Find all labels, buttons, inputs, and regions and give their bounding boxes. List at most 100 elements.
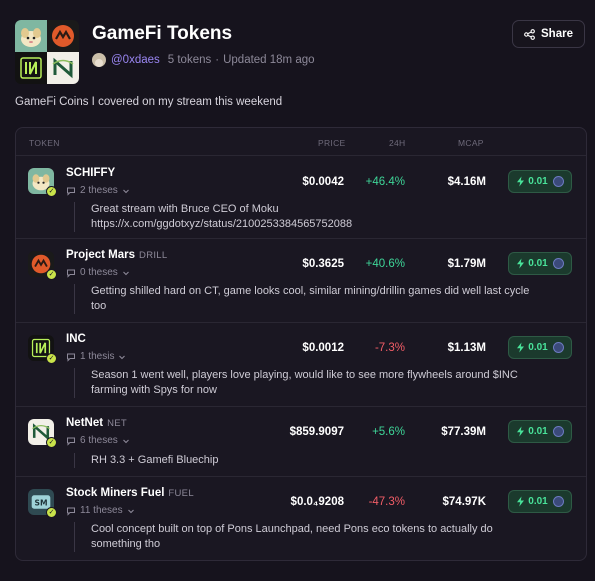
tip-button[interactable]: 0.01 [508, 490, 572, 513]
thesis-bubble-icon [67, 353, 75, 362]
thesis-bubble-icon [67, 437, 75, 446]
chevron-down-icon [119, 355, 126, 359]
collection-meta: @0xdaes 5 tokens · Updated 18m ago [92, 52, 315, 68]
token-name[interactable]: INC [66, 333, 86, 345]
token-name[interactable]: SCHIFFY [66, 167, 119, 179]
theses-dropdown[interactable]: 2 theses [66, 185, 130, 196]
collection-logo-grid [15, 20, 79, 84]
token-24h-change: +40.6% [365, 258, 405, 270]
token-mcap: $77.39M [441, 426, 486, 438]
token-price: $0.0042 [302, 176, 344, 188]
collection-title: GameFi Tokens [92, 23, 233, 44]
token-price: $0.0₄9208 [290, 496, 344, 508]
note-line: Great stream with Bruce CEO of Moku [91, 203, 279, 215]
meta-separator: · [215, 54, 220, 66]
chevron-down-icon [122, 439, 129, 443]
theses-dropdown[interactable]: 1 thesis [66, 351, 126, 362]
theses-count: 2 theses [80, 185, 118, 196]
svg-text:SM: SM [34, 498, 47, 507]
token-mcap: $1.79M [447, 258, 486, 270]
table-row[interactable]: ✓ SCHIFFY 2 theses $0.0042 +46.4% $4.16M… [16, 156, 586, 239]
table-row[interactable]: SM ✓ Stock Miners Fuel FUEL 11 theses $0.… [16, 477, 586, 560]
token-ticker: NET [107, 418, 127, 429]
creator-avatar[interactable] [92, 53, 106, 67]
token-icon-wrap: ✓ [28, 168, 57, 197]
token-price: $0.0012 [302, 342, 344, 354]
verified-check-icon: ✓ [46, 186, 57, 197]
note-line: too [91, 300, 107, 312]
table-row[interactable]: ✓ Project Mars DRILL 0 theses $0.3625 +40… [16, 239, 586, 323]
table-row[interactable]: ✓ INC 1 thesis $0.0012 -7.3% $1.13M 0.01… [16, 323, 586, 407]
token-name[interactable]: Stock Miners Fuel FUEL [66, 487, 194, 499]
tip-amount: 0.01 [528, 496, 548, 507]
chevron-down-icon [122, 271, 129, 275]
note-line[interactable]: https://x.com/ggdotxyz/status/2100253384… [91, 217, 570, 232]
tip-button[interactable]: 0.01 [508, 336, 572, 359]
netnet-logo-tile [47, 52, 79, 84]
solana-icon [552, 426, 564, 437]
tip-button[interactable]: 0.01 [508, 420, 572, 443]
theses-dropdown[interactable]: 6 theses [66, 435, 130, 446]
solana-icon [552, 342, 564, 353]
table-header: TOKEN PRICE 24H MCAP [16, 128, 586, 156]
tip-button[interactable]: 0.01 [508, 170, 572, 193]
token-table: TOKEN PRICE 24H MCAP ✓ SCHIFFY 2 theses … [15, 127, 587, 561]
header-token: TOKEN [29, 138, 60, 148]
header-mcap[interactable]: MCAP [458, 138, 484, 148]
tip-amount: 0.01 [528, 342, 548, 353]
theses-dropdown[interactable]: 11 theses [66, 505, 135, 516]
schiffy-logo-tile [15, 20, 47, 52]
token-mcap: $4.16M [447, 176, 486, 188]
token-name[interactable]: Project Mars DRILL [66, 249, 167, 261]
collection-header: GameFi Tokens @0xdaes 5 tokens · Updated… [15, 20, 585, 85]
updated-time: Updated 18m ago [223, 54, 315, 66]
netnet-logo-icon [52, 57, 74, 79]
chevron-down-icon [122, 189, 129, 193]
solana-icon [552, 258, 564, 269]
note-line: Getting shilled hard on CT, game looks c… [91, 285, 530, 297]
tip-button[interactable]: 0.01 [508, 252, 572, 275]
header-24h[interactable]: 24H [389, 138, 406, 148]
share-button[interactable]: Share [512, 20, 585, 48]
verified-check-icon: ✓ [46, 269, 57, 280]
creator-username-link[interactable]: @0xdaes [111, 54, 160, 66]
mars-logo-tile [47, 20, 79, 52]
verified-check-icon: ✓ [46, 437, 57, 448]
lightning-icon [517, 176, 525, 187]
collection-description: GameFi Coins I covered on my stream this… [15, 96, 283, 108]
tip-amount: 0.01 [528, 426, 548, 437]
theses-count: 11 theses [80, 505, 123, 516]
note-line: RH 3.3 + Gamefi Bluechip [91, 454, 219, 466]
thesis-note: Getting shilled hard on CT, game looks c… [74, 284, 570, 314]
theses-count: 1 thesis [80, 351, 115, 362]
share-button-label: Share [541, 28, 573, 40]
inc-logo-icon [20, 57, 42, 79]
lightning-icon [517, 426, 525, 437]
tip-amount: 0.01 [528, 176, 548, 187]
table-row[interactable]: ✓ NetNet NET 6 theses $859.9097 +5.6% $77… [16, 407, 586, 477]
theses-count: 6 theses [80, 435, 118, 446]
inc-logo-tile [15, 52, 47, 84]
token-ticker: FUEL [168, 488, 194, 499]
schiffy-mascot-icon [21, 28, 41, 47]
note-line: Season 1 went well, players love playing… [91, 369, 518, 381]
thesis-note: Cool concept built on top of Pons Launch… [74, 522, 570, 552]
token-ticker: DRILL [139, 250, 168, 261]
header-price[interactable]: PRICE [318, 138, 345, 148]
thesis-note: Great stream with Bruce CEO of Moku http… [74, 202, 570, 232]
token-24h-change: -47.3% [368, 496, 405, 508]
token-icon-wrap: ✓ [28, 251, 57, 280]
verified-check-icon: ✓ [46, 353, 57, 364]
tip-amount: 0.01 [528, 258, 548, 269]
lightning-icon [517, 258, 525, 269]
thesis-bubble-icon [67, 187, 75, 196]
token-name[interactable]: NetNet NET [66, 417, 127, 429]
chevron-down-icon [127, 509, 134, 513]
thesis-bubble-icon [67, 507, 75, 516]
solana-icon [552, 176, 564, 187]
token-count: 5 tokens [167, 54, 212, 66]
lightning-icon [517, 496, 525, 507]
token-24h-change: -7.3% [374, 342, 405, 354]
solana-icon [552, 496, 564, 507]
theses-dropdown[interactable]: 0 theses [66, 267, 130, 278]
